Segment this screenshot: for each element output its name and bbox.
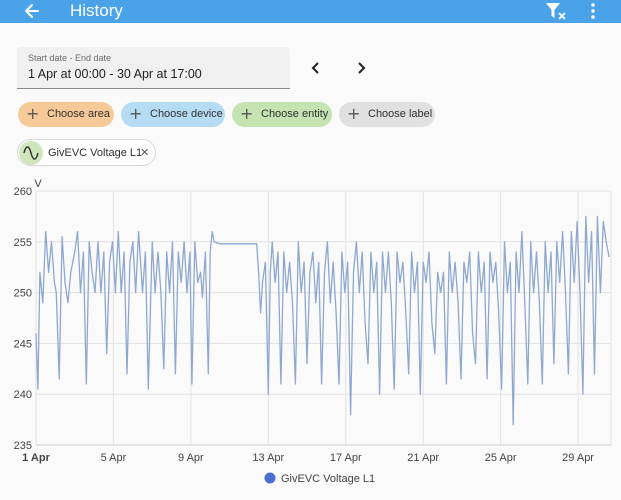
choose-area-button[interactable]: + Choose area bbox=[18, 102, 114, 127]
choose-device-button[interactable]: + Choose device bbox=[121, 102, 225, 127]
x-tick-label: 25 Apr bbox=[485, 452, 517, 464]
x-tick-label: 1 Apr bbox=[22, 452, 50, 464]
plus-icon: + bbox=[26, 104, 40, 123]
back-arrow-icon[interactable] bbox=[22, 1, 42, 21]
x-tick-label: 21 Apr bbox=[407, 452, 439, 464]
chip-label: Choose device bbox=[150, 108, 223, 120]
chip-label: Choose label bbox=[368, 108, 433, 120]
x-tick-label: 9 Apr bbox=[178, 452, 204, 464]
x-tick-label: 17 Apr bbox=[330, 452, 362, 464]
page-title: History bbox=[70, 1, 123, 20]
chevron-left-icon bbox=[311, 62, 319, 74]
x-tick-label: 13 Apr bbox=[252, 452, 284, 464]
y-tick-label: 250 bbox=[14, 288, 32, 300]
chip-label: Choose area bbox=[47, 108, 110, 120]
next-period-button[interactable] bbox=[350, 58, 372, 78]
plus-icon: + bbox=[240, 104, 254, 123]
y-tick-label: 235 bbox=[14, 440, 32, 452]
app-bar: History bbox=[0, 0, 621, 23]
date-range-label: Start date - End date bbox=[28, 53, 112, 63]
legend-swatch bbox=[264, 472, 276, 484]
date-range-value: 1 Apr at 00:00 - 30 Apr at 17:00 bbox=[28, 67, 202, 81]
date-range-picker[interactable]: Start date - End date 1 Apr at 00:00 - 3… bbox=[17, 47, 290, 89]
y-tick-label: 240 bbox=[14, 389, 32, 401]
more-vertical-icon[interactable] bbox=[586, 1, 600, 21]
sine-wave-icon bbox=[19, 141, 43, 165]
voltage-series-line bbox=[35, 215, 610, 426]
entity-chip[interactable]: GivEVC Voltage L1 ✕ bbox=[17, 139, 156, 166]
plus-icon: + bbox=[347, 104, 361, 123]
remove-entity-icon[interactable]: ✕ bbox=[140, 146, 149, 159]
previous-period-button[interactable] bbox=[305, 58, 327, 78]
legend-label: GivEVC Voltage L1 bbox=[281, 473, 375, 485]
choose-entity-button[interactable]: + Choose entity bbox=[232, 102, 332, 127]
y-tick-label: 255 bbox=[14, 237, 32, 249]
x-tick-label: 5 Apr bbox=[101, 452, 127, 464]
plus-icon: + bbox=[129, 104, 143, 123]
x-tick-label: 29 Apr bbox=[562, 452, 594, 464]
entity-chip-label: GivEVC Voltage L1 bbox=[48, 147, 143, 159]
y-tick-label: 245 bbox=[14, 338, 32, 350]
chip-label: Choose entity bbox=[261, 108, 329, 120]
filter-remove-icon[interactable] bbox=[545, 1, 567, 21]
y-tick-label: 260 bbox=[14, 186, 32, 198]
choose-label-button[interactable]: + Choose label bbox=[339, 102, 435, 127]
chevron-right-icon bbox=[358, 62, 366, 74]
voltage-history-chart: 260 255 250 245 240 2351 Apr 5 Apr 9 Apr 13 Apr 1… bbox=[14, 178, 612, 485]
y-axis-unit-label: V bbox=[34, 178, 42, 190]
